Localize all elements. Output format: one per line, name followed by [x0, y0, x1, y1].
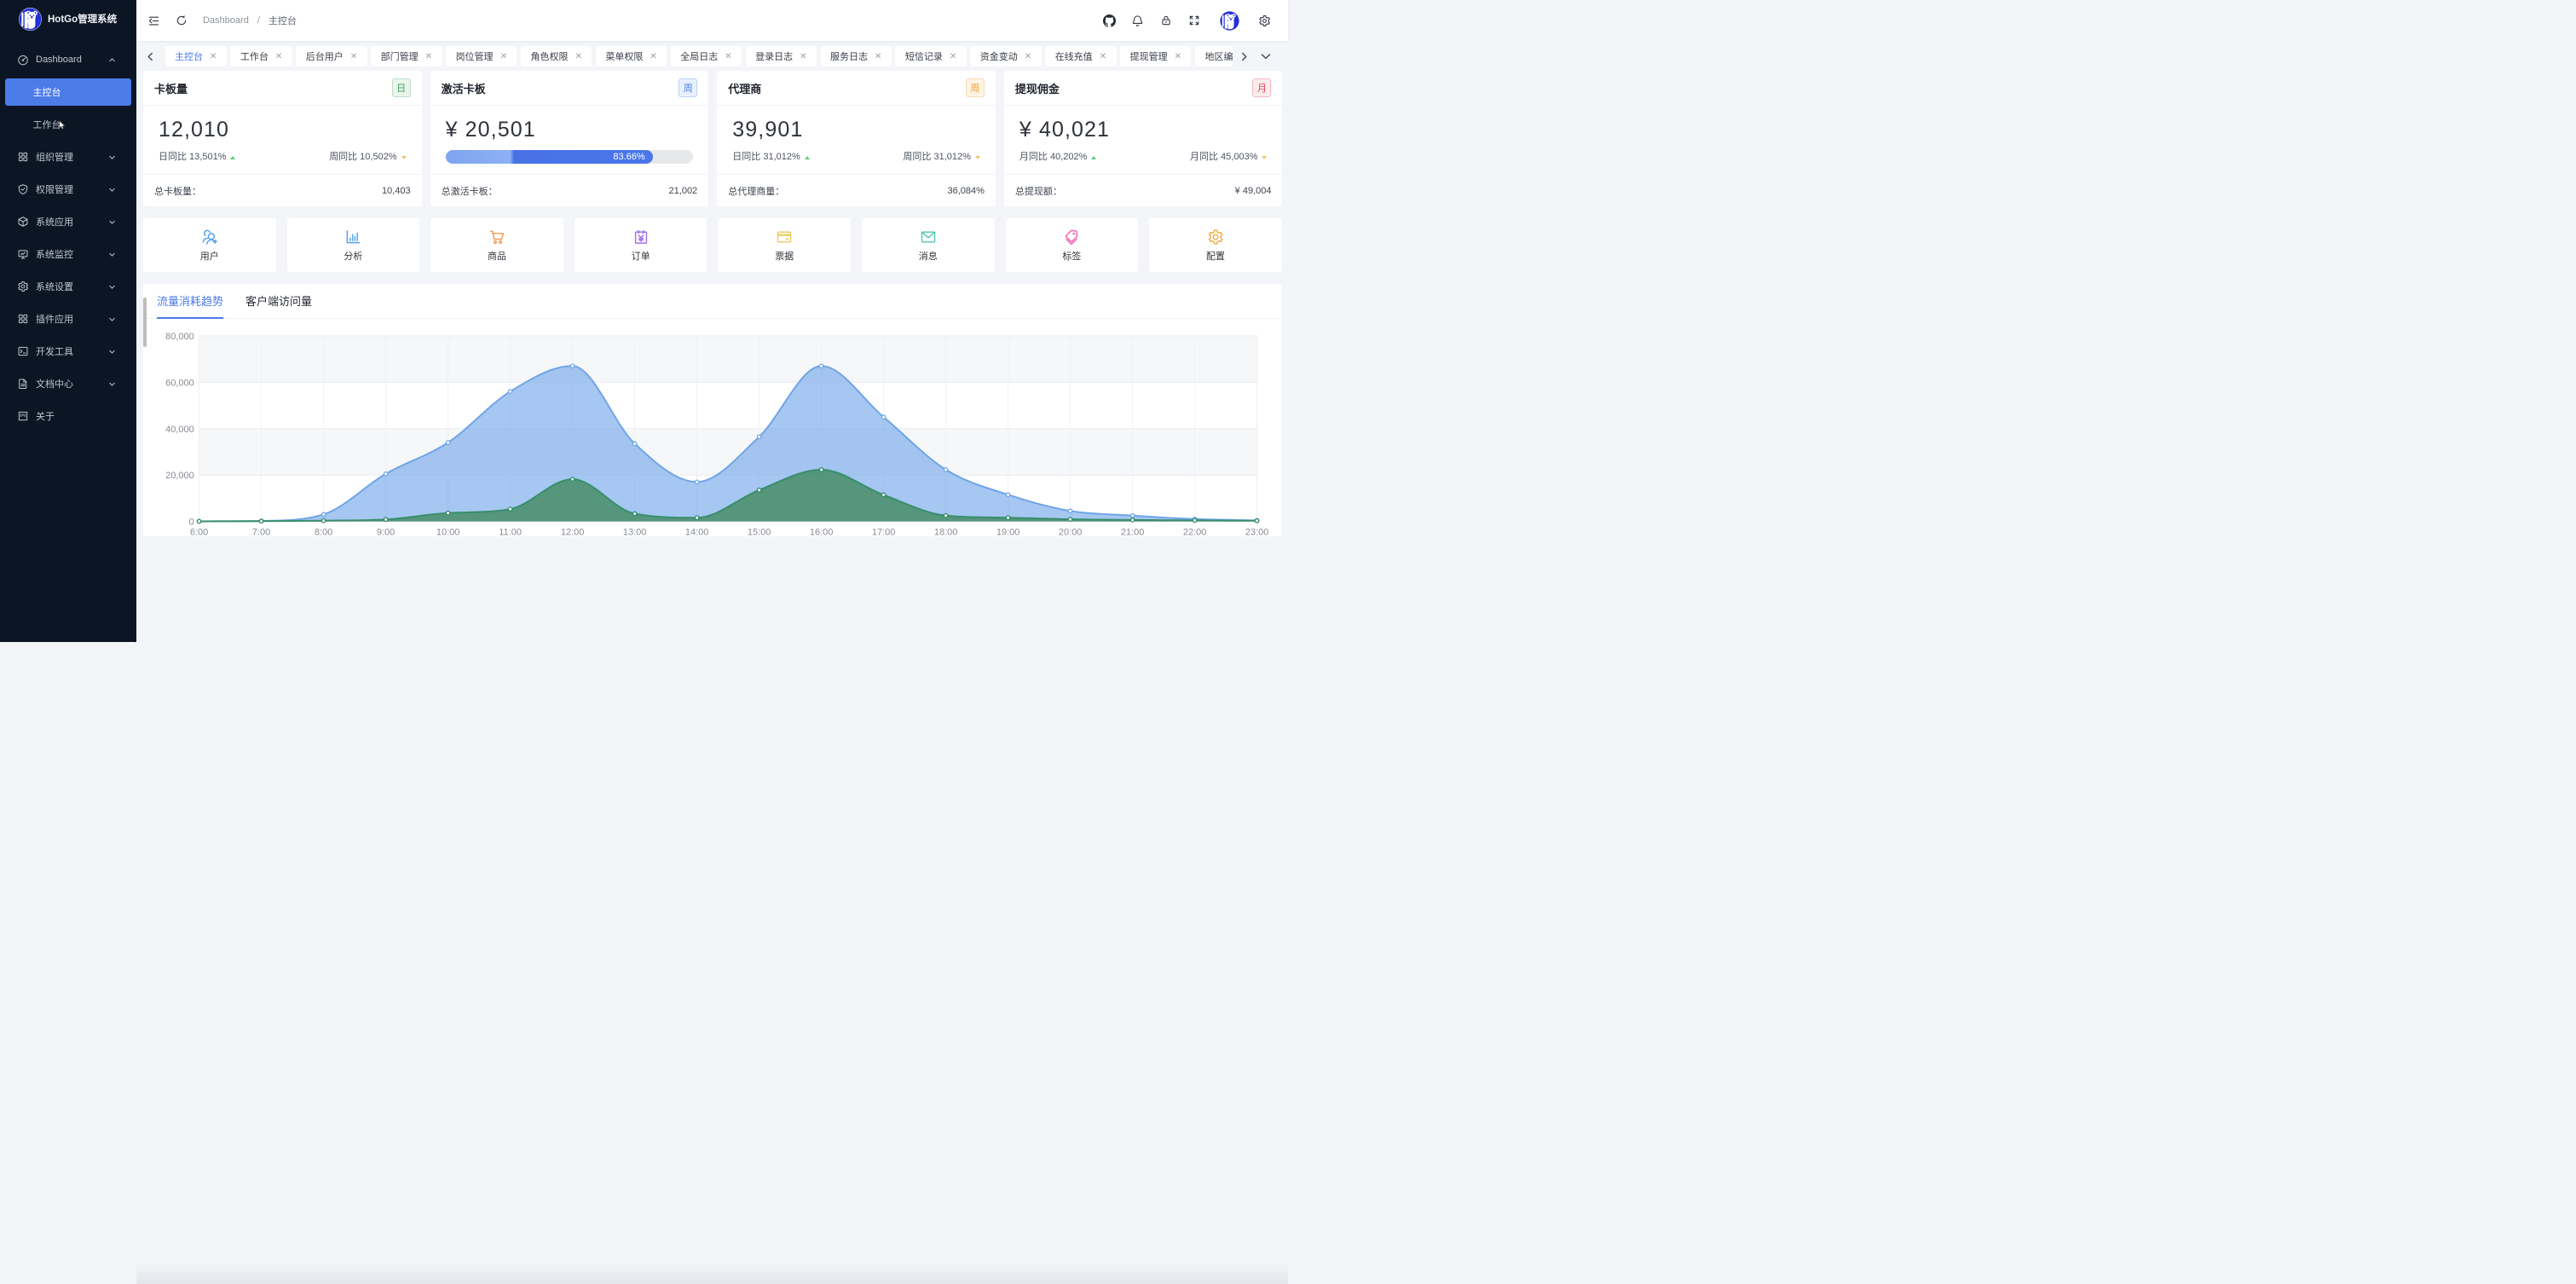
svg-text:16:00: 16:00 [810, 528, 834, 538]
svg-text:40,000: 40,000 [165, 425, 194, 435]
svg-text:13:00: 13:00 [623, 528, 647, 538]
svg-text:10:00: 10:00 [436, 528, 460, 538]
svg-text:19:00: 19:00 [996, 528, 1020, 538]
svg-text:18:00: 18:00 [934, 528, 958, 538]
svg-text:21:00: 21:00 [1121, 528, 1145, 538]
svg-text:20,000: 20,000 [165, 471, 194, 481]
svg-text:80,000: 80,000 [165, 332, 194, 342]
svg-text:20:00: 20:00 [1059, 528, 1083, 538]
svg-text:12:00: 12:00 [561, 528, 585, 538]
svg-text:6:00: 6:00 [190, 528, 208, 538]
svg-text:17:00: 17:00 [872, 528, 896, 538]
svg-text:11:00: 11:00 [499, 528, 522, 538]
svg-text:23:00: 23:00 [1245, 528, 1269, 538]
svg-text:7:00: 7:00 [252, 528, 270, 538]
svg-text:15:00: 15:00 [748, 528, 771, 538]
svg-text:22:00: 22:00 [1183, 528, 1207, 538]
svg-text:0: 0 [189, 518, 194, 528]
svg-text:60,000: 60,000 [165, 378, 194, 388]
svg-text:9:00: 9:00 [377, 528, 395, 538]
svg-text:14:00: 14:00 [685, 528, 709, 538]
svg-text:8:00: 8:00 [315, 528, 332, 538]
